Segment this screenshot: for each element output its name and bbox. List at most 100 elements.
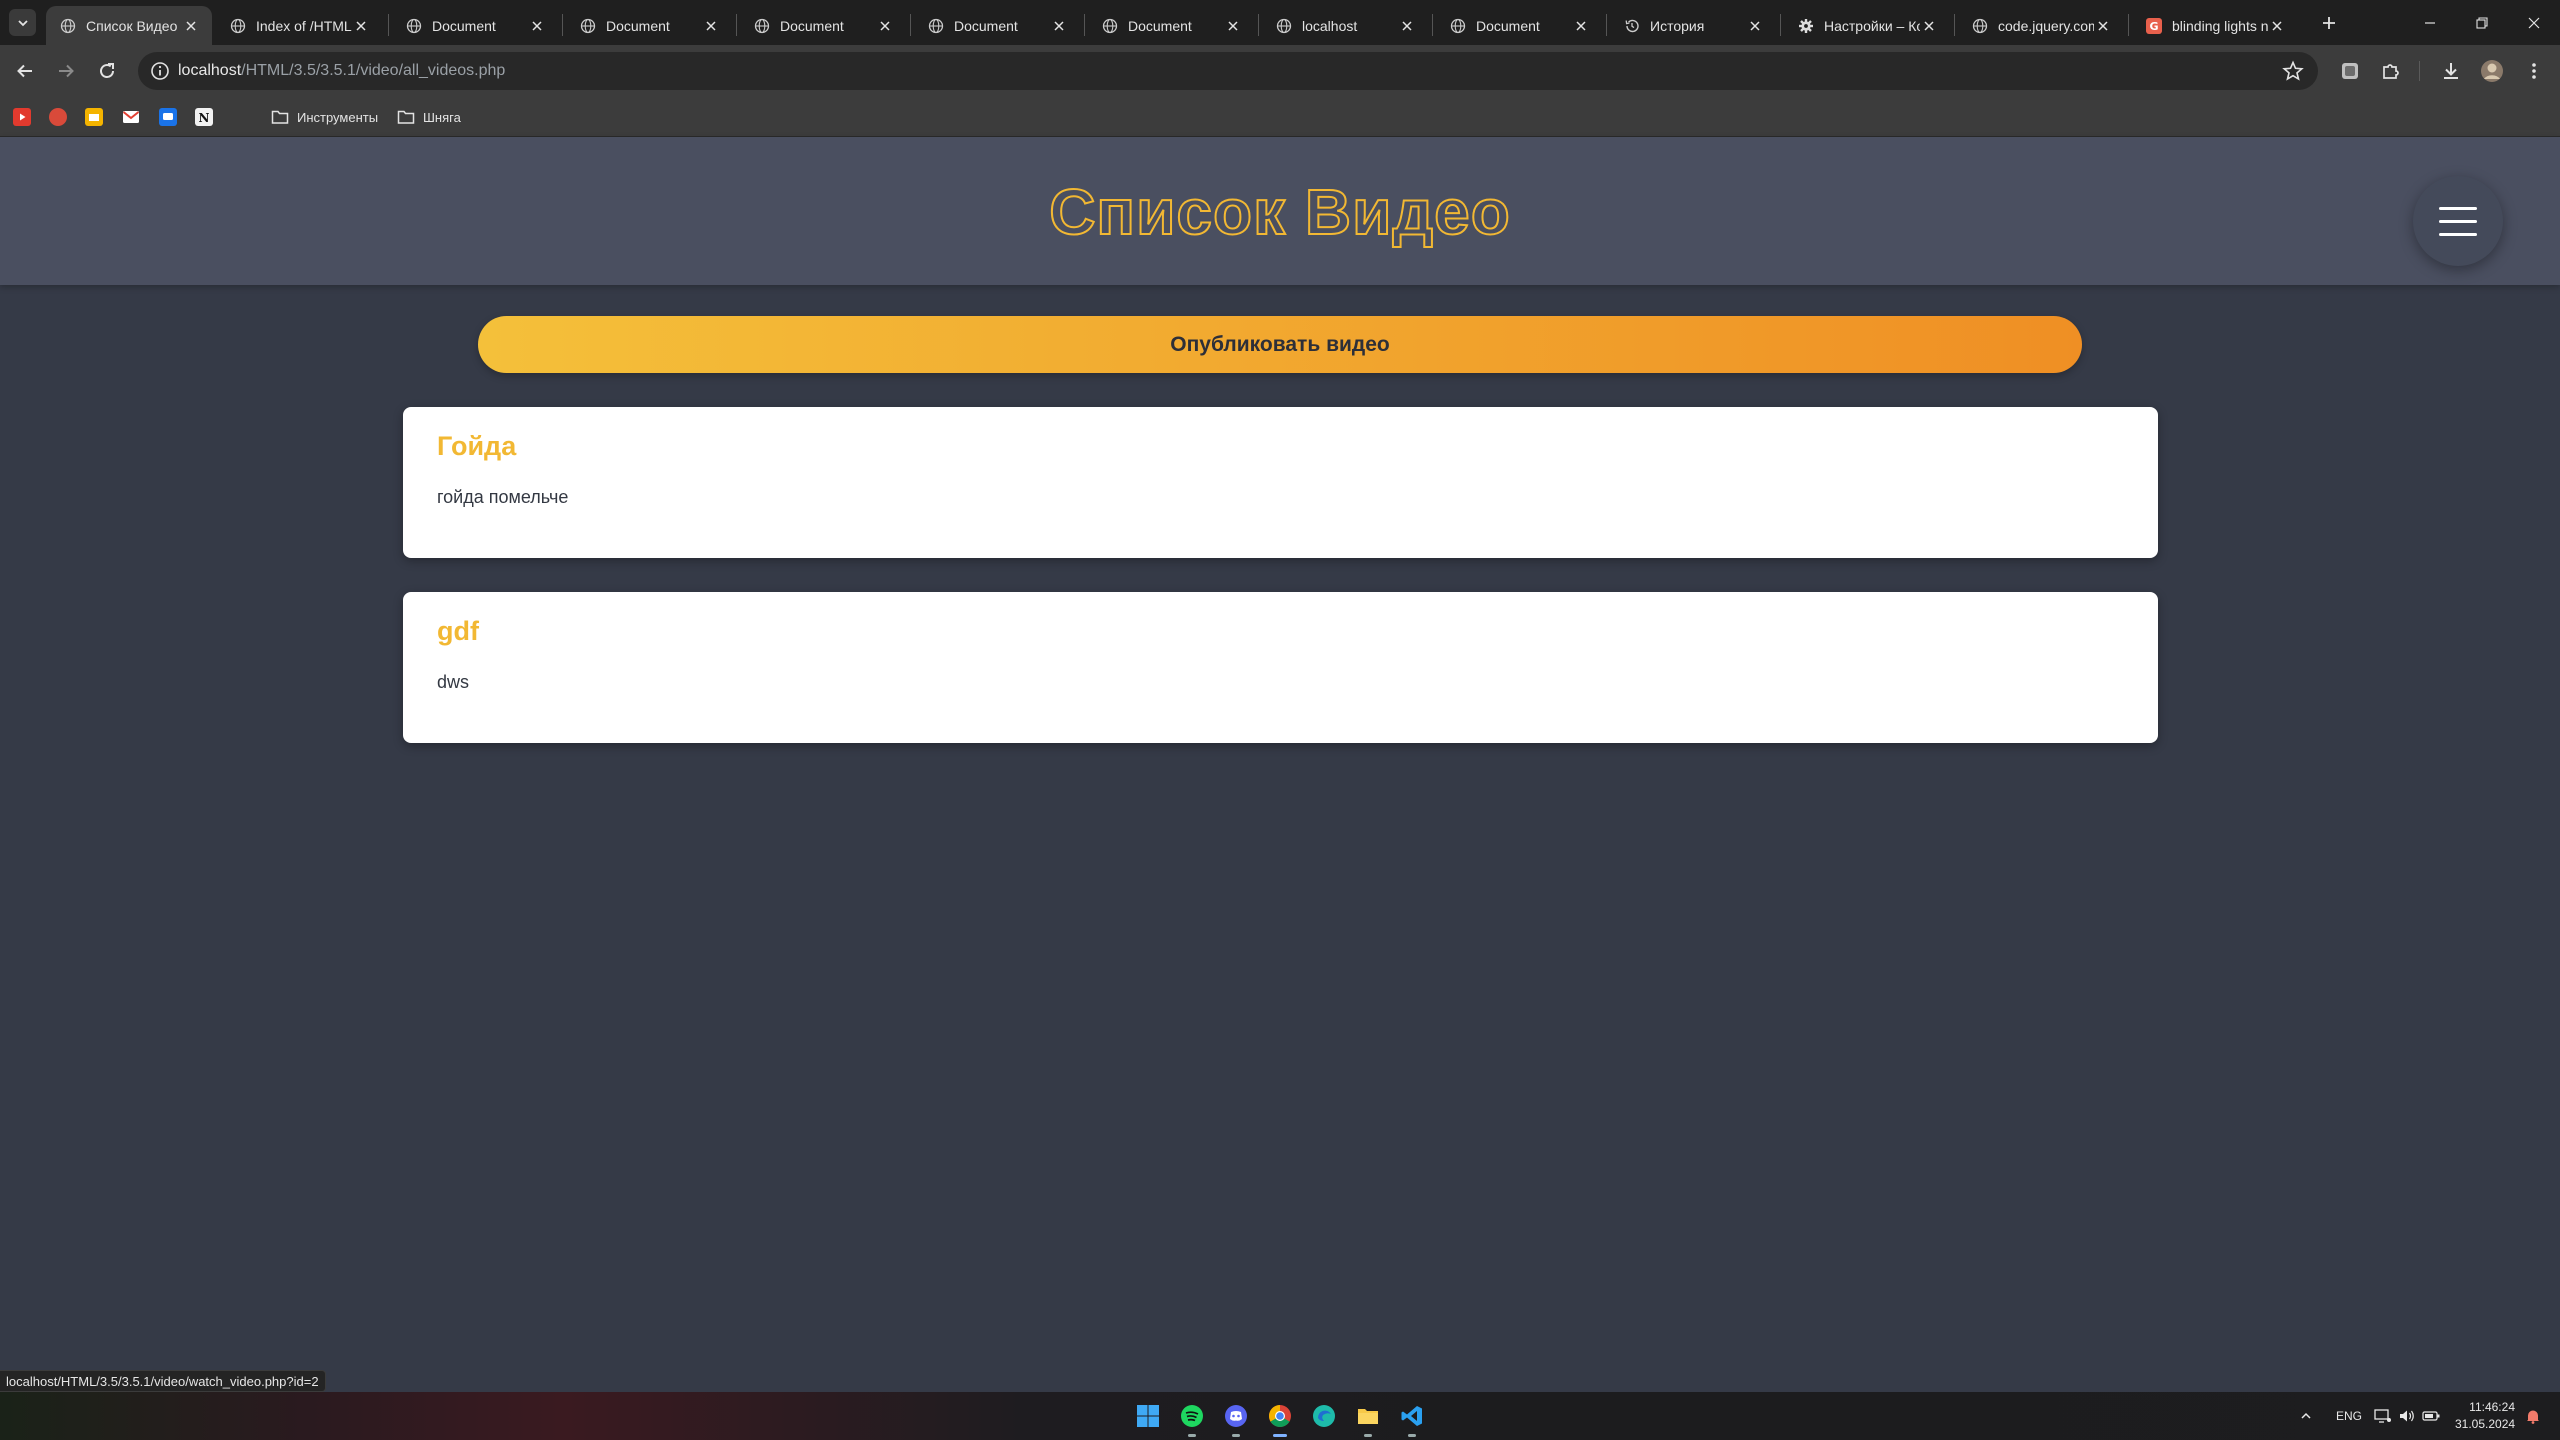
extension-icon[interactable] — [2337, 58, 2363, 84]
browser-toolbar: localhost/HTML/3.5/3.5.1/video/all_video… — [0, 45, 2560, 97]
tab-title: История — [1650, 17, 1705, 34]
close-icon[interactable] — [182, 17, 200, 35]
bookmark-icon[interactable] — [49, 108, 67, 126]
volume-icon[interactable] — [2396, 1401, 2418, 1431]
close-window-button[interactable] — [2508, 0, 2560, 45]
close-icon[interactable] — [352, 17, 370, 35]
tab-title: blinding lights n — [2172, 17, 2268, 34]
close-icon[interactable] — [1746, 17, 1764, 35]
publish-video-button[interactable]: Опубликовать видео — [478, 316, 2082, 373]
chat-icon[interactable] — [159, 108, 177, 126]
more-options-icon[interactable] — [2521, 58, 2547, 84]
address-bar[interactable]: localhost/HTML/3.5/3.5.1/video/all_video… — [138, 52, 2318, 90]
tab-8[interactable]: Document — [1436, 6, 1602, 45]
tab-3[interactable]: Document — [566, 6, 732, 45]
tab-7[interactable]: localhost — [1262, 6, 1428, 45]
tab-11[interactable]: code.jquery.com — [1958, 6, 2124, 45]
vscode-icon[interactable] — [1397, 1401, 1427, 1437]
hamburger-menu-button[interactable] — [2413, 176, 2503, 266]
close-icon[interactable] — [528, 17, 546, 35]
download-icon[interactable] — [2438, 58, 2464, 84]
notification-bell-icon[interactable] — [2522, 1401, 2544, 1431]
battery-icon[interactable] — [2420, 1401, 2442, 1431]
star-icon[interactable] — [2282, 60, 2304, 82]
minimize-button[interactable] — [2404, 0, 2456, 45]
language-indicator[interactable]: ENG — [2336, 1409, 2362, 1423]
tab-title: Document — [780, 17, 844, 34]
edge-icon[interactable] — [1309, 1401, 1339, 1431]
tab-separator — [736, 14, 737, 36]
tab-separator — [2128, 14, 2129, 36]
menu-line — [2439, 206, 2477, 210]
file-explorer-icon[interactable] — [1353, 1401, 1383, 1437]
forward-button[interactable] — [51, 56, 81, 86]
running-indicator — [1408, 1434, 1416, 1437]
tab-separator — [562, 14, 563, 36]
page-header: Список Видео — [0, 137, 2560, 285]
tab-title: code.jquery.com — [1998, 17, 2094, 34]
bookmark-folder-label: Инструменты — [297, 109, 379, 125]
tab-search-button[interactable] — [9, 9, 36, 36]
windows-start-icon[interactable] — [1133, 1401, 1163, 1431]
bookmark-folder-tools[interactable]: Инструменты — [271, 107, 378, 127]
restore-button[interactable] — [2456, 0, 2508, 45]
close-icon[interactable] — [1398, 17, 1416, 35]
video-card[interactable]: gdf dws — [403, 592, 2158, 743]
youtube-icon[interactable] — [13, 108, 31, 126]
clock-time[interactable]: 11:46:24 — [2457, 1400, 2515, 1414]
slides-icon[interactable] — [85, 108, 103, 126]
tab-1[interactable]: Index of /HTML — [216, 6, 382, 45]
status-bar-url: localhost/HTML/3.5/3.5.1/video/watch_vid… — [0, 1370, 326, 1392]
tab-4[interactable]: Document — [740, 6, 906, 45]
notion-icon[interactable]: N — [195, 108, 213, 126]
tab-separator — [1780, 14, 1781, 36]
video-title[interactable]: gdf — [437, 616, 479, 647]
spotify-icon[interactable] — [1177, 1401, 1207, 1437]
tab-separator — [1606, 14, 1607, 36]
close-icon[interactable] — [1572, 17, 1590, 35]
clock-date[interactable]: 31.05.2024 — [2455, 1417, 2515, 1431]
gmail-icon[interactable] — [122, 108, 140, 126]
globe-icon — [406, 18, 422, 34]
close-icon[interactable] — [876, 17, 894, 35]
tab-9[interactable]: История — [1610, 6, 1776, 45]
globe-icon — [60, 18, 76, 34]
info-icon[interactable] — [150, 61, 170, 81]
chevron-up-icon[interactable] — [2296, 1401, 2316, 1431]
close-icon[interactable] — [702, 17, 720, 35]
reload-button[interactable] — [92, 56, 122, 86]
close-icon[interactable] — [1920, 17, 1938, 35]
tab-6[interactable]: Document — [1088, 6, 1254, 45]
back-button[interactable] — [10, 56, 40, 86]
globe-icon — [1102, 18, 1118, 34]
network-icon[interactable] — [2372, 1401, 2394, 1431]
close-icon — [2528, 17, 2540, 28]
close-icon[interactable] — [2268, 17, 2286, 35]
video-description: гойда помельче — [437, 487, 569, 507]
chrome-icon[interactable] — [1265, 1401, 1295, 1437]
tab-10[interactable]: Настройки – Ко — [1784, 6, 1950, 45]
new-tab-button[interactable] — [2316, 10, 2342, 36]
bookmark-folder-stuff[interactable]: Шняга — [397, 107, 461, 127]
globe-icon — [230, 18, 246, 34]
folder-icon — [271, 110, 289, 124]
tab-title: Document — [954, 17, 1018, 34]
close-icon[interactable] — [1050, 17, 1068, 35]
tab-0[interactable]: Список Видео — [46, 6, 212, 45]
genius-icon: G — [2146, 17, 2162, 34]
tab-12[interactable]: G blinding lights n — [2132, 6, 2298, 45]
tab-2[interactable]: Document — [392, 6, 558, 45]
puzzle-icon[interactable] — [2378, 58, 2404, 84]
video-card[interactable]: Гойда гойда помельче — [403, 407, 2158, 558]
discord-icon[interactable] — [1221, 1401, 1251, 1437]
close-icon[interactable] — [2094, 17, 2112, 35]
tab-5[interactable]: Document — [914, 6, 1080, 45]
globe-icon — [1450, 18, 1466, 34]
restore-icon — [2476, 16, 2488, 29]
video-title[interactable]: Гойда — [437, 431, 516, 462]
url-host: localhost — [178, 62, 242, 79]
close-icon[interactable] — [1224, 17, 1242, 35]
avatar[interactable] — [2479, 58, 2505, 84]
bookmark-folder-label: Шняга — [423, 109, 461, 125]
running-indicator — [1364, 1434, 1372, 1437]
